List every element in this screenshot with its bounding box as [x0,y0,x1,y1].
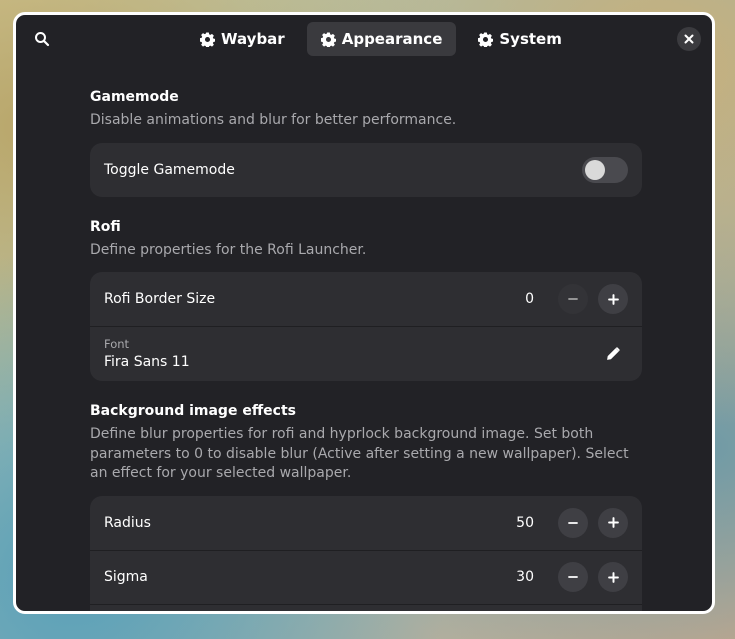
font-value: Fira Sans 11 [104,353,190,370]
plus-icon [607,571,619,583]
gamemode-section: Gamemode Disable animations and blur for… [90,87,642,197]
section-title: Background image effects [90,403,296,419]
decrement-button[interactable] [558,284,588,314]
radius-row: Radius 50 [90,496,642,550]
decrement-button[interactable] [558,562,588,592]
background-group: Radius 50 Sigma 30 [90,495,642,612]
tab-waybar[interactable]: Waybar [186,22,299,56]
row-label: Toggle Gamemode [104,161,235,178]
rofi-border-size-row: Rofi Border Size 0 [90,272,642,326]
plus-icon [607,293,619,305]
sigma-value: 30 [516,569,534,585]
close-icon [684,34,694,44]
gear-icon [320,31,336,47]
gear-icon [478,31,494,47]
section-description: Define properties for the Rofi Launcher. [90,241,367,258]
row-label: Radius [104,514,151,531]
decrement-button[interactable] [558,507,588,538]
font-caption: Font [104,336,130,351]
increment-button[interactable] [598,507,628,538]
section-title: Gamemode [90,89,179,105]
preferences-content: Gamemode Disable animations and blur for… [90,67,642,612]
minus-icon [568,294,578,304]
rofi-section: Rofi Define properties for the Rofi Laun… [90,217,642,381]
tab-appearance[interactable]: Appearance [306,22,457,56]
header-bar: Waybar Appearance System [16,15,712,65]
search-icon [34,31,50,47]
tab-label: Appearance [341,30,443,48]
search-button[interactable] [28,25,56,53]
row-label: Sigma [104,569,148,585]
font-text: Font Fira Sans 11 [104,337,598,372]
sigma-row: Sigma 30 [90,549,642,604]
rofi-group: Rofi Border Size 0 Font Fira Sans 11 [90,272,642,381]
switch-knob [585,159,605,180]
section-description: Disable animations and blur for better p… [90,112,457,128]
edit-font-button[interactable] [598,339,628,369]
gamemode-switch[interactable] [582,156,628,183]
minus-icon [568,572,578,582]
row-label: Rofi Border Size [104,291,216,307]
toggle-gamemode-row[interactable]: Toggle Gamemode [90,143,642,197]
settings-window: Waybar Appearance System Gamemode Disabl… [13,12,715,614]
tab-label: Waybar [221,30,285,48]
plus-icon [607,517,619,528]
rofi-border-value: 0 [525,291,534,307]
pencil-icon [606,347,620,361]
tab-label: System [499,30,562,48]
view-switcher: Waybar Appearance System [186,22,576,56]
minus-icon [568,518,578,528]
gamemode-group: Toggle Gamemode [90,142,642,197]
section-title: Rofi [90,218,121,235]
radius-value: 50 [516,514,534,531]
background-effects-section: Background image effects Define blur pro… [90,401,642,612]
gear-icon [200,31,215,47]
effect-row-partial [90,603,642,612]
tab-system[interactable]: System [464,22,575,56]
rofi-font-row[interactable]: Font Fira Sans 11 [90,326,642,381]
close-button[interactable] [677,27,701,51]
section-description: Define blur properties for rofi and hypr… [90,426,629,481]
increment-button[interactable] [598,562,628,592]
increment-button[interactable] [598,284,628,314]
